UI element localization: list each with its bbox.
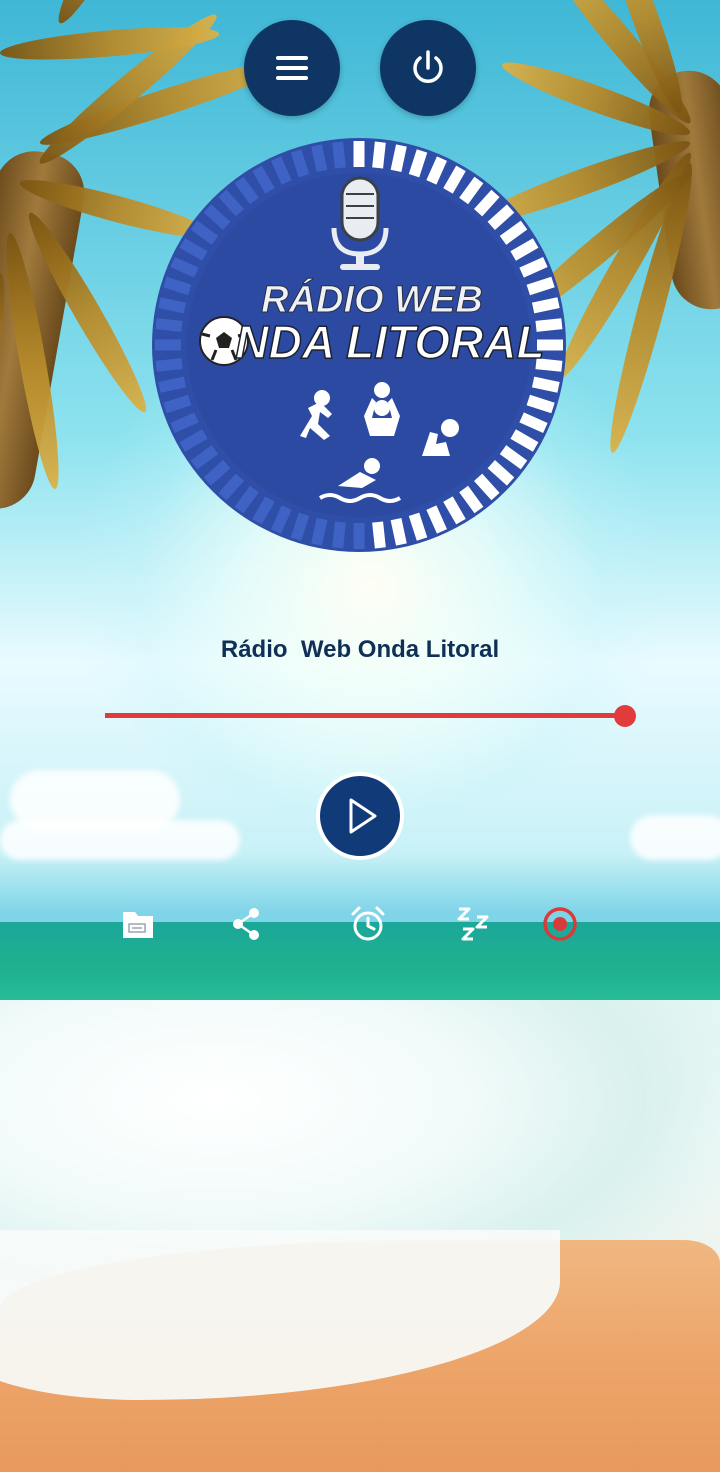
sleep-timer-icon [457,907,489,941]
power-button[interactable] [380,20,476,116]
cloud [0,820,240,860]
play-icon [349,798,377,834]
dial-tick [526,394,555,414]
dial-tick [372,141,386,169]
dial-tick [390,144,407,173]
folder-icon [123,912,153,938]
dial-tick [531,376,560,393]
dial-tick [163,394,192,414]
play-button[interactable] [316,772,404,860]
record-icon [543,907,577,941]
dial-tick [526,276,555,296]
dial-tick [311,144,328,173]
alarm-button[interactable] [344,902,392,946]
dial-tick [290,512,310,541]
logo-text-line2: NDA LITORAL [235,316,544,368]
dial-tick [158,297,187,314]
dial-tick [332,141,346,169]
dial-tick [163,276,192,296]
dial-tick [311,517,328,546]
dial-tick [155,358,183,372]
dial-tick [158,376,187,393]
station-logo: RÁDIO WEB NDA LITORAL [152,138,566,552]
dial-tick [408,149,428,178]
palm-frond [0,20,221,66]
palm-frond [48,0,162,30]
volume-slider[interactable] [105,703,636,727]
dial-tick [372,521,386,549]
dial-tick [290,149,310,178]
alarm-clock-icon [351,906,385,941]
menu-button[interactable] [244,20,340,116]
dial-tick [332,521,346,549]
slider-fill [105,713,625,718]
dial-tick [390,517,407,546]
dial-tick [531,297,560,314]
app-screen: RÁDIO WEB NDA LITORAL Rádio Web Onda Lit… [0,0,720,1472]
folder-button[interactable] [116,902,164,946]
share-icon [233,908,259,940]
station-title: Rádio Web Onda Litoral [220,636,500,663]
slider-thumb[interactable] [614,705,636,727]
record-button[interactable] [536,902,584,946]
cloud [630,815,720,860]
play-button-face [320,776,400,856]
share-button[interactable] [222,902,270,946]
logo-text-line1: RÁDIO WEB [261,277,483,321]
dial-tick [155,318,183,332]
menu-icon [276,56,308,80]
power-icon [413,50,443,83]
sleep-timer-button[interactable] [450,902,498,946]
dial-tick [408,512,428,541]
